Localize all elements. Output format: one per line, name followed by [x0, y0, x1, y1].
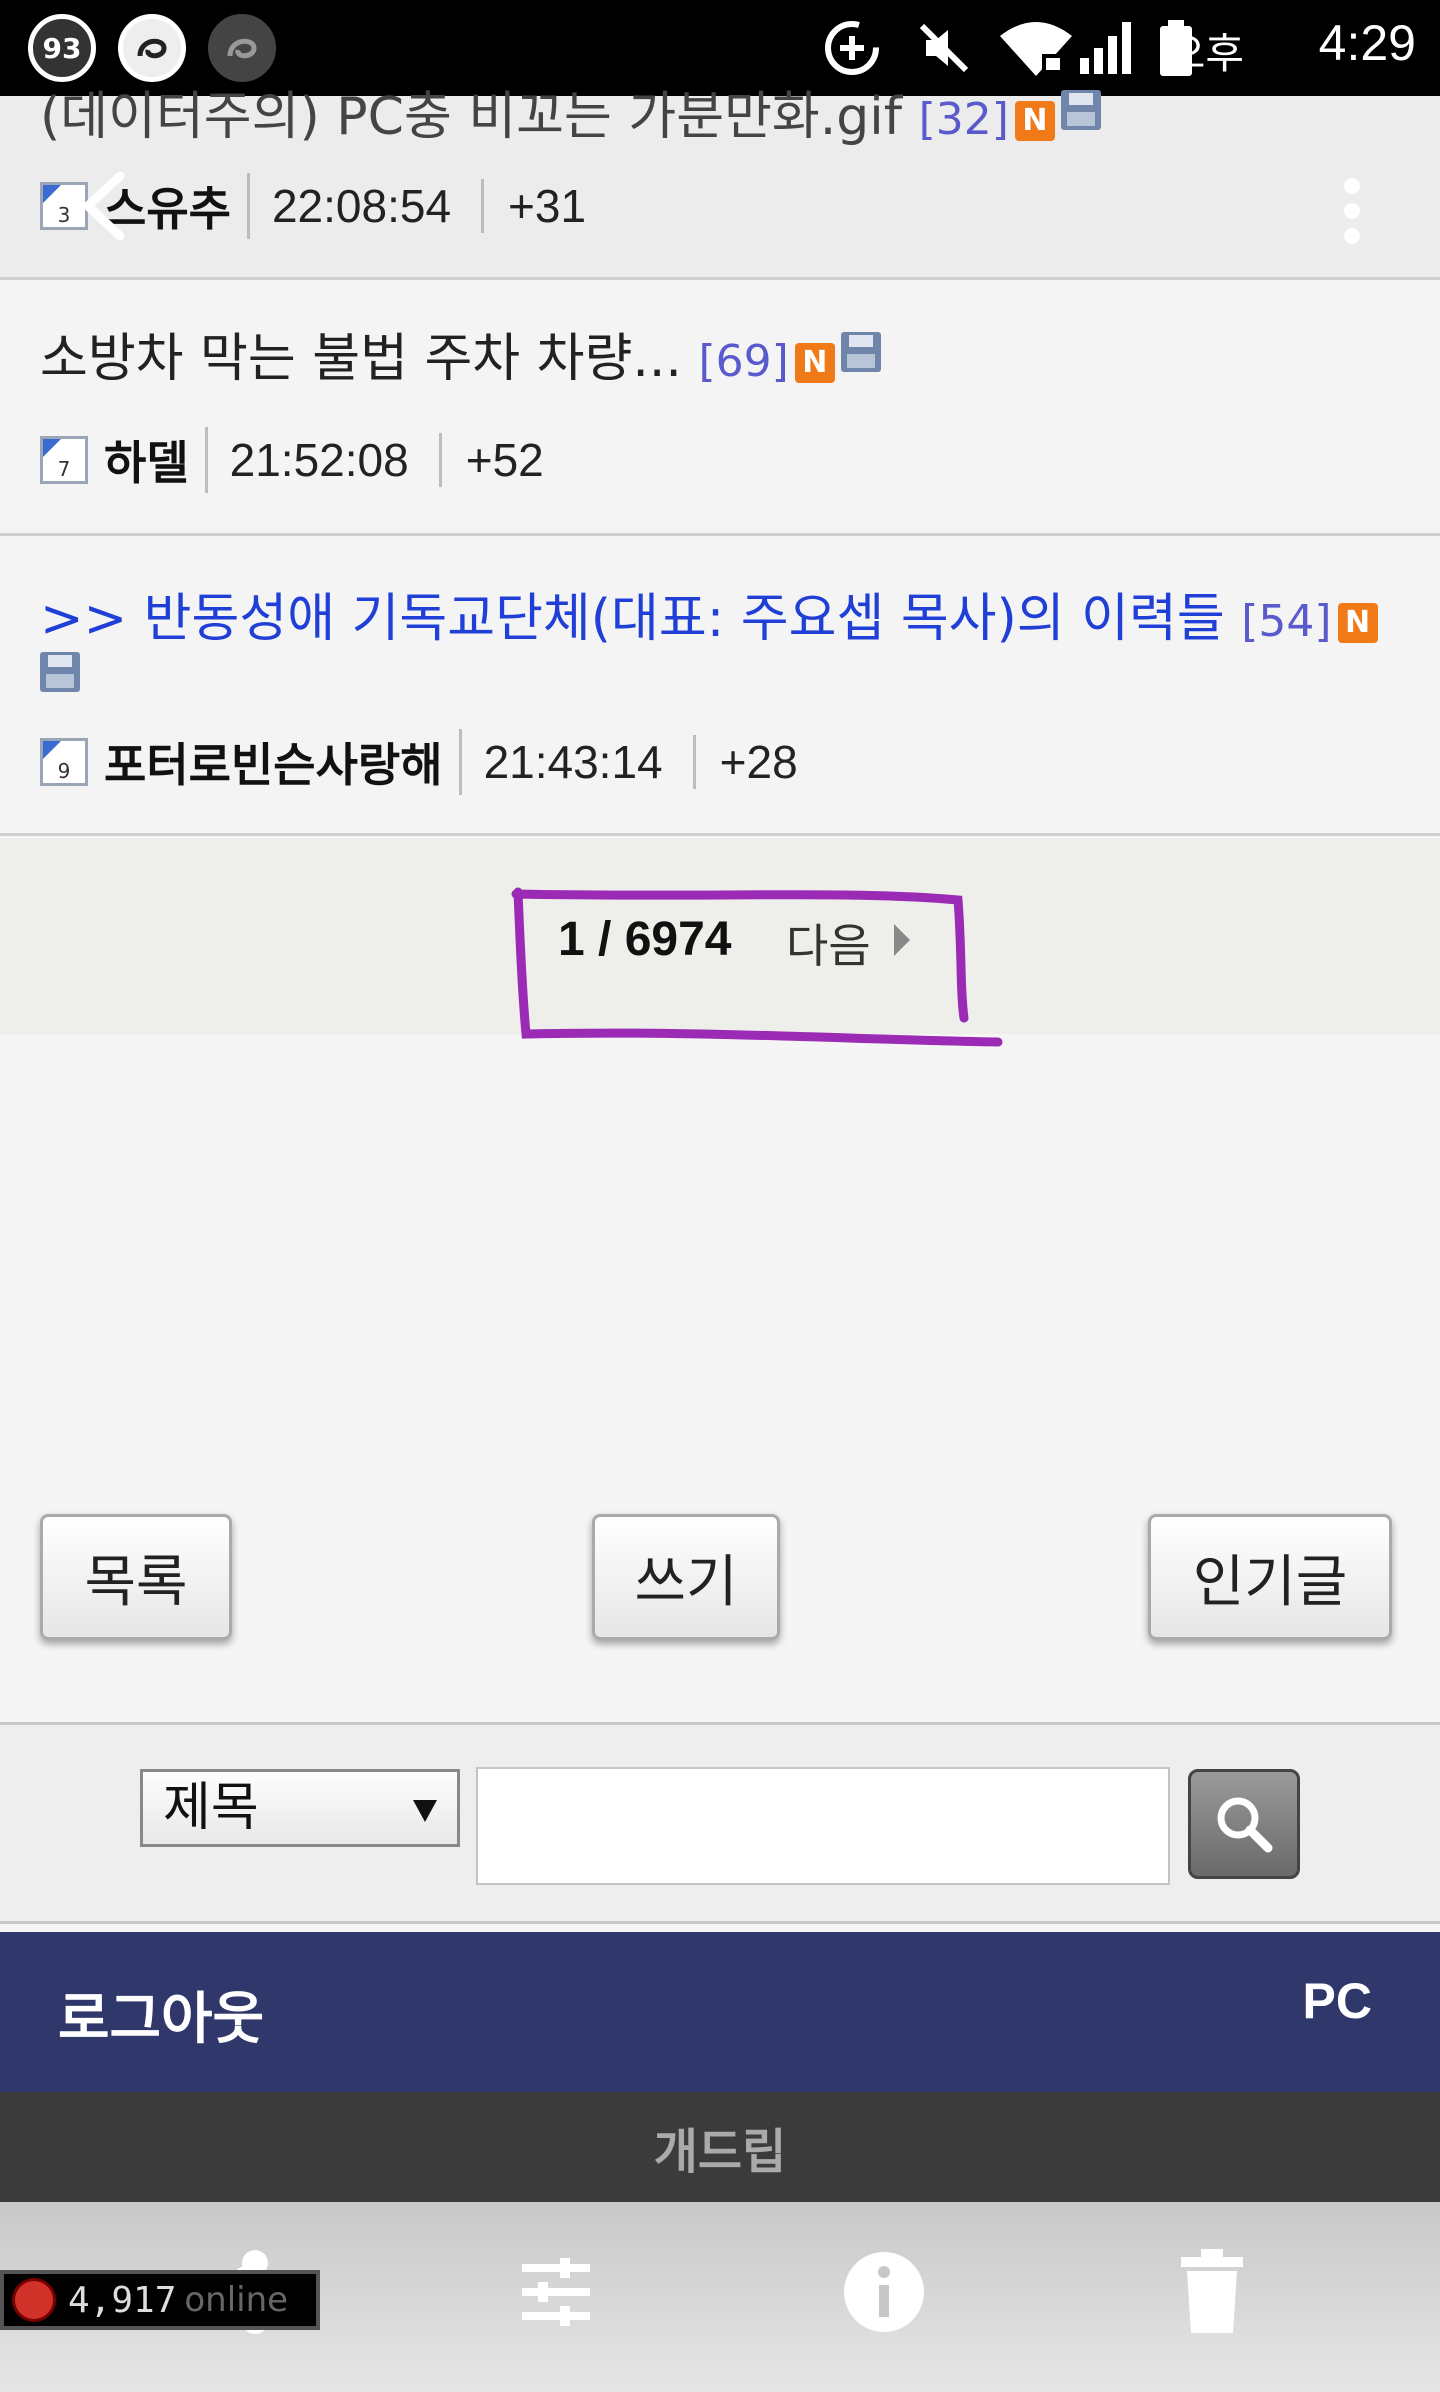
pc-version-link[interactable]: PC — [1303, 1972, 1372, 2030]
site-name[interactable]: 개드립 — [0, 2092, 1440, 2202]
list-button[interactable]: 목록 — [40, 1514, 232, 1640]
post-title-text: (데이터주의) PC충 비꼬는 가분만화.gif — [40, 87, 903, 147]
search-bar: 제목 — [0, 1722, 1440, 1924]
notification-badge-icon: 93 — [28, 14, 96, 82]
footer-bar: 로그아웃 PC — [0, 1932, 1440, 2092]
app-notification-icon — [118, 14, 186, 82]
post-title[interactable]: >> 반동성애 기독교단체(대표: 주요셉 목사)의 이력들 [54] N — [40, 576, 1378, 651]
post-title[interactable]: 소방차 막는 불법 주차 차량... [69] N — [40, 316, 881, 391]
search-button[interactable] — [1188, 1769, 1300, 1879]
save-icon — [1060, 90, 1101, 130]
more-options-icon[interactable] — [1342, 176, 1362, 246]
post-time: 22:08:54 — [250, 179, 485, 233]
list-item[interactable]: 소방차 막는 불법 주차 차량... [69] N 7 하델 21:52:08 +… — [0, 280, 1440, 536]
pagination: 1 / 6974 다음 — [0, 838, 1440, 1034]
status-ampm: 오후 — [1166, 29, 1244, 78]
online-label: online — [184, 2280, 289, 2320]
next-page-link[interactable]: 다음 — [786, 910, 871, 976]
post-list: (데이터주의) PC충 비꼬는 가분만화.gif [32] N 3 스유추 22:… — [0, 87, 1440, 836]
post-attachment — [40, 652, 80, 700]
status-time: 4:29 — [1318, 15, 1416, 71]
post-meta: 7 하델 21:52:08 +52 — [40, 427, 544, 493]
level-icon: 7 — [40, 436, 88, 484]
logout-link[interactable]: 로그아웃 — [58, 1974, 264, 2055]
mute-icon — [914, 18, 974, 78]
comment-count: [69] — [698, 336, 789, 387]
post-title-text: >> 반동성애 기독교단체(대표: 주요셉 목사)의 이력들 — [40, 589, 1225, 649]
save-icon — [840, 332, 881, 372]
post-score: +28 — [719, 736, 798, 788]
new-badge-icon: N — [1014, 101, 1055, 141]
write-button[interactable]: 쓰기 — [592, 1514, 780, 1640]
search-field-select[interactable]: 제목 — [140, 1769, 460, 1847]
wifi-icon — [996, 18, 1076, 78]
online-count: 4,917 — [68, 2279, 177, 2321]
post-score: +52 — [465, 434, 544, 486]
list-item[interactable]: (데이터주의) PC충 비꼬는 가분만화.gif [32] N 3 스유추 22:… — [0, 87, 1440, 280]
level-icon: 9 — [40, 738, 88, 786]
online-counter: 4,917 online — [0, 2270, 320, 2330]
post-author[interactable]: 하델 — [104, 427, 208, 493]
dropdown-arrow-icon — [413, 1800, 437, 1822]
new-badge-icon: N — [1337, 603, 1378, 643]
post-title-text: 소방차 막는 불법 주차 차량... — [40, 329, 682, 389]
search-field-value: 제목 — [163, 1778, 259, 1838]
page-indicator: 1 / 6974 — [558, 913, 732, 966]
list-item[interactable]: >> 반동성애 기독교단체(대표: 주요셉 목사)의 이력들 [54] N 9 포… — [0, 536, 1440, 836]
comment-count: [54] — [1241, 596, 1332, 647]
search-input[interactable] — [476, 1767, 1170, 1885]
comment-count: [32] — [918, 94, 1009, 145]
signal-icon — [1076, 18, 1136, 78]
post-score: +31 — [508, 180, 587, 232]
post-time: 21:43:14 — [462, 735, 696, 789]
new-badge-icon: N — [794, 343, 835, 383]
post-author[interactable]: 포터로빈슨사랑해 — [104, 729, 462, 795]
data-saver-icon — [820, 18, 884, 78]
delete-icon[interactable] — [1162, 2242, 1262, 2342]
post-title[interactable]: (데이터주의) PC충 비꼬는 가분만화.gif [32] N — [40, 74, 1101, 149]
post-time: 21:52:08 — [208, 433, 442, 487]
info-icon[interactable] — [834, 2242, 934, 2342]
online-person-icon — [12, 2278, 56, 2322]
save-icon — [40, 652, 80, 692]
search-icon — [1217, 1797, 1273, 1853]
back-arrow-icon[interactable] — [72, 166, 132, 246]
popular-button[interactable]: 인기글 — [1148, 1514, 1392, 1640]
next-arrow-icon[interactable] — [894, 924, 910, 956]
post-meta: 9 포터로빈슨사랑해 21:43:14 +28 — [40, 729, 798, 795]
app-notification-icon-2 — [208, 14, 276, 82]
settings-sliders-icon[interactable] — [506, 2242, 606, 2342]
